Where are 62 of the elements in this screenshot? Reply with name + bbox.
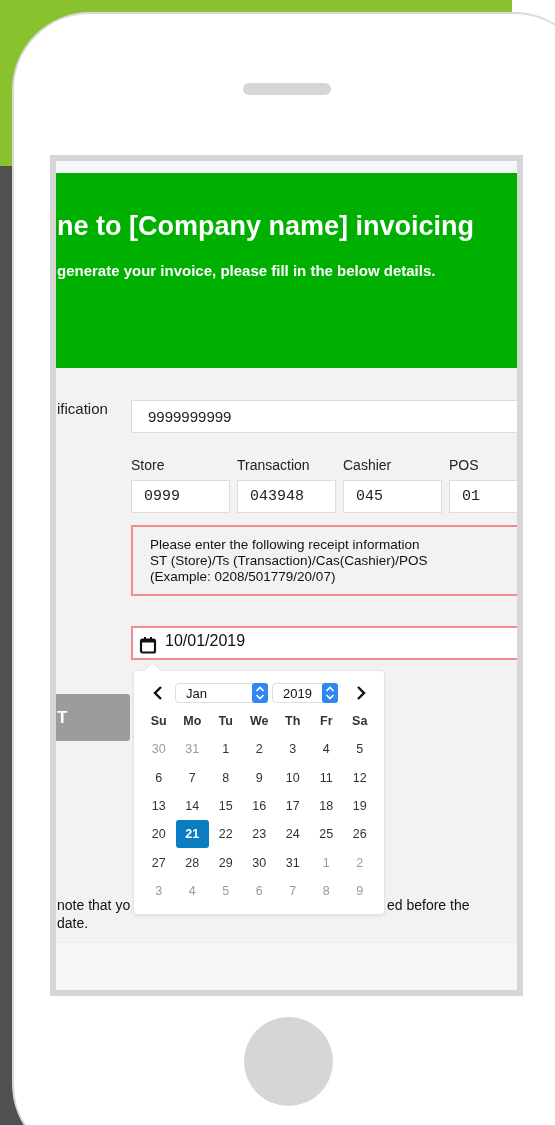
calendar-day[interactable]: 31 bbox=[276, 848, 310, 877]
year-select[interactable]: 2019 bbox=[272, 683, 338, 703]
calendar-day[interactable]: 19 bbox=[343, 791, 377, 821]
info-message: Please enter the following receipt information ST (Store)/Ts (Transaction)/Cas(Cashier)/POS (Example: 0208/501779/20/07) bbox=[131, 525, 517, 596]
calendar-day[interactable]: 9 bbox=[242, 763, 276, 792]
calendar-day[interactable]: 21 bbox=[175, 820, 209, 849]
calendar-day[interactable]: 27 bbox=[142, 848, 176, 877]
calendar-day[interactable]: 3 bbox=[276, 735, 310, 764]
calendar-day[interactable]: 11 bbox=[309, 763, 343, 792]
calendar-day[interactable]: 15 bbox=[209, 791, 243, 821]
stepper-icon[interactable] bbox=[322, 683, 338, 703]
calendar-day[interactable]: 25 bbox=[309, 820, 343, 849]
calendar-day[interactable]: 16 bbox=[242, 791, 276, 821]
next-month-icon[interactable] bbox=[356, 686, 366, 700]
calendar-day[interactable]: 7 bbox=[175, 763, 209, 792]
note-text: note that yo bbox=[56, 896, 132, 914]
calendar-day[interactable]: 10 bbox=[276, 763, 310, 792]
calendar-day[interactable]: 24 bbox=[276, 820, 310, 849]
field-label: Transaction bbox=[237, 457, 311, 473]
weekday-label: Mo bbox=[182, 713, 203, 731]
calendar-day[interactable]: 14 bbox=[175, 791, 209, 821]
calendar-day[interactable]: 12 bbox=[343, 763, 377, 792]
note-text: ed before the bbox=[387, 896, 470, 914]
weekday-label: Sa bbox=[351, 713, 369, 731]
weekday-label: We bbox=[249, 713, 270, 731]
calendar-day[interactable]: 2 bbox=[242, 735, 276, 764]
weekday-label: Su bbox=[149, 713, 168, 731]
receipt-field[interactable]: 0999 bbox=[131, 480, 230, 513]
calendar-day[interactable]: 4 bbox=[309, 735, 343, 764]
calendar-day[interactable]: 26 bbox=[343, 820, 377, 849]
calendar-day[interactable]: 13 bbox=[142, 791, 176, 821]
stepper-icon[interactable] bbox=[252, 683, 268, 703]
weekday-label: Tu bbox=[217, 713, 234, 731]
field-label: Cashier bbox=[343, 457, 393, 473]
identification-field[interactable]: 9999999999 bbox=[131, 400, 517, 433]
receipt-field[interactable]: 01 bbox=[449, 480, 517, 513]
previous-month-icon[interactable] bbox=[153, 686, 163, 700]
month-select[interactable]: Jan bbox=[175, 683, 268, 703]
page-title: ne to [Company name] invoicing bbox=[56, 211, 476, 242]
page-subtitle: generate your invoice, please fill in the below details. bbox=[56, 262, 437, 279]
receipt-field[interactable]: 045 bbox=[343, 480, 442, 513]
calendar-day[interactable]: 22 bbox=[209, 820, 243, 849]
calendar-day[interactable]: 30 bbox=[242, 848, 276, 877]
date-field[interactable]: 10/01/2019 bbox=[131, 626, 517, 660]
calendar-day[interactable]: 28 bbox=[175, 848, 209, 877]
weekday-label: Fr bbox=[319, 713, 334, 731]
calendar-day[interactable]: 8 bbox=[209, 763, 243, 792]
calendar-day[interactable]: 1 bbox=[209, 735, 243, 764]
calendar-day[interactable]: 29 bbox=[209, 848, 243, 877]
calendar-day[interactable]: 23 bbox=[242, 820, 276, 849]
calendar-day[interactable]: 5 bbox=[343, 735, 377, 764]
field-label: Store bbox=[131, 457, 166, 473]
field-label: ification bbox=[56, 400, 109, 417]
calendar-icon bbox=[139, 635, 157, 654]
calendar-day[interactable]: 18 bbox=[309, 791, 343, 821]
weekday-label: Th bbox=[284, 713, 302, 731]
calendar-day[interactable]: 20 bbox=[142, 820, 176, 849]
field-label: POS bbox=[449, 457, 480, 473]
note-text: date. bbox=[56, 914, 89, 932]
calendar-day[interactable]: 6 bbox=[142, 763, 176, 792]
receipt-field[interactable]: 043948 bbox=[237, 480, 336, 513]
calendar-day[interactable]: 17 bbox=[276, 791, 310, 821]
